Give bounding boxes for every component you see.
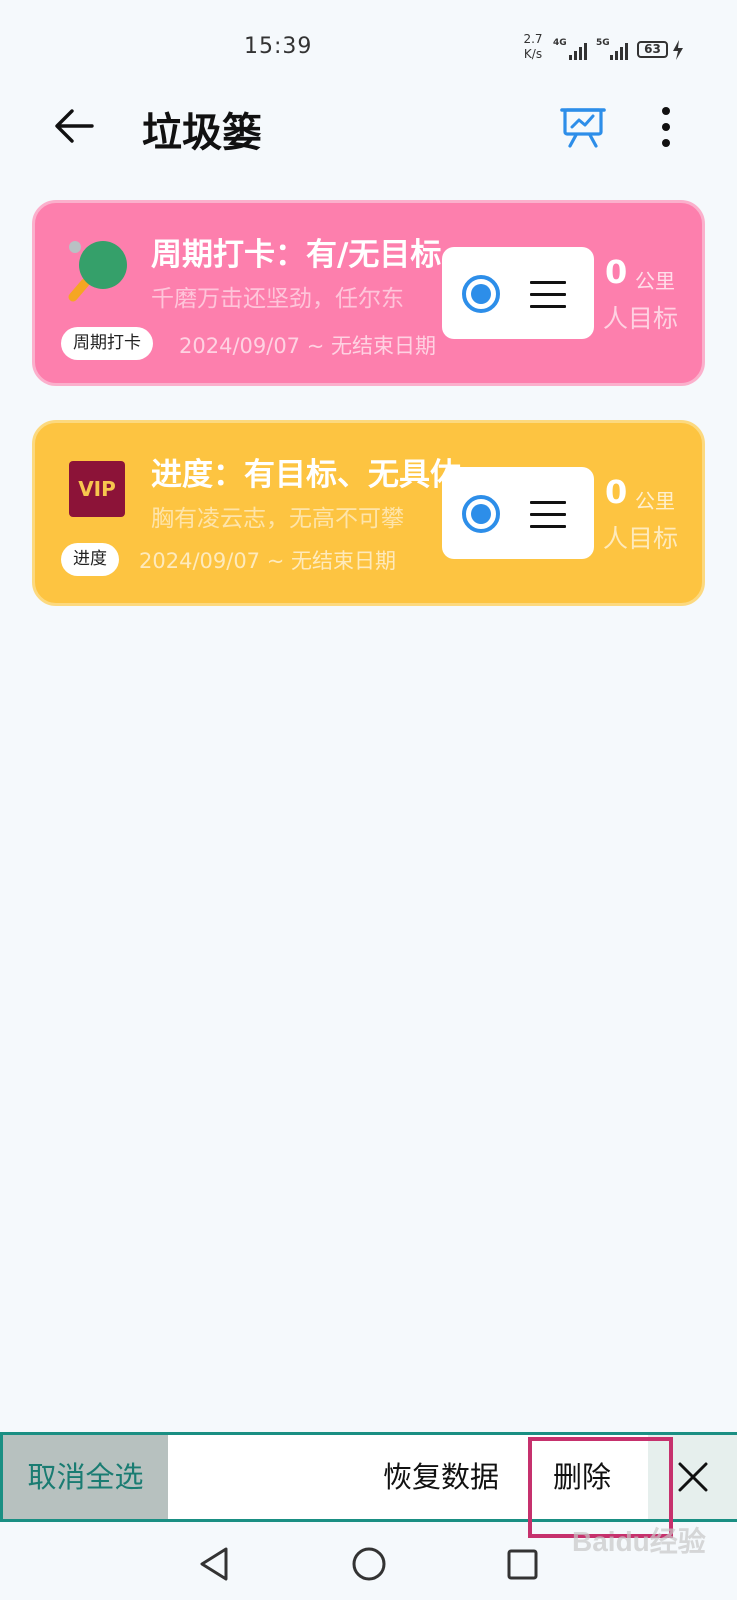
deselect-all-button[interactable]: 取消全选 [3, 1435, 168, 1519]
drag-handle-icon[interactable] [530, 281, 566, 309]
back-button[interactable] [52, 104, 96, 148]
card-goal: 人目标 [603, 304, 679, 333]
card-unit: 公里 [635, 269, 675, 293]
circle-home-icon[interactable] [350, 1545, 388, 1583]
charging-icon [673, 40, 683, 60]
restore-data-button[interactable]: 恢复数据 [383, 1435, 499, 1519]
vip-badge-icon: VIP [69, 461, 125, 517]
card-date-range: 2024/09/07 ~ 无结束日期 [139, 549, 396, 573]
card-description: 胸有凌云志，无高不可攀 [151, 506, 404, 532]
page-title: 垃圾篓 [142, 110, 262, 156]
card-title: 周期打卡：有/无目标 [151, 237, 442, 273]
triangle-back-icon[interactable] [198, 1546, 232, 1582]
square-recents-icon[interactable] [506, 1548, 540, 1582]
card-title: 进度：有目标、无具体 [151, 457, 461, 493]
selected-radio[interactable] [462, 495, 500, 533]
presentation-chart-icon[interactable] [560, 104, 606, 150]
card-unit: 公里 [635, 489, 675, 513]
card-tag: 周期打卡 [61, 327, 153, 360]
card-description: 千磨万击还坚劲，任尔东 [151, 286, 404, 312]
more-vertical-icon[interactable] [648, 104, 684, 150]
battery-icon: 63 [637, 41, 668, 58]
card-date-range: 2024/09/07 ~ 无结束日期 [179, 334, 436, 358]
baidu-watermark: Baidu经验 [572, 1526, 706, 1557]
selection-overlay [442, 247, 594, 339]
card-goal: 人目标 [603, 524, 679, 553]
card-value: 0 [605, 253, 628, 291]
list-item[interactable]: 周期打卡：有/无目标 千磨万击还坚劲，任尔东 周期打卡 2024/09/07 ~… [32, 200, 705, 386]
drag-handle-icon[interactable] [530, 501, 566, 529]
list-item[interactable]: VIP 进度：有目标、无具体 胸有凌云志，无高不可攀 进度 2024/09/07… [32, 420, 705, 606]
status-time: 15:39 [244, 34, 313, 59]
card-value: 0 [605, 473, 628, 511]
selected-radio[interactable] [462, 275, 500, 313]
network-speed: 2.7 K/s [523, 32, 543, 61]
card-tag: 进度 [61, 543, 119, 576]
ping-pong-paddle-icon [68, 241, 127, 302]
close-icon [678, 1462, 708, 1492]
selection-overlay [442, 467, 594, 559]
